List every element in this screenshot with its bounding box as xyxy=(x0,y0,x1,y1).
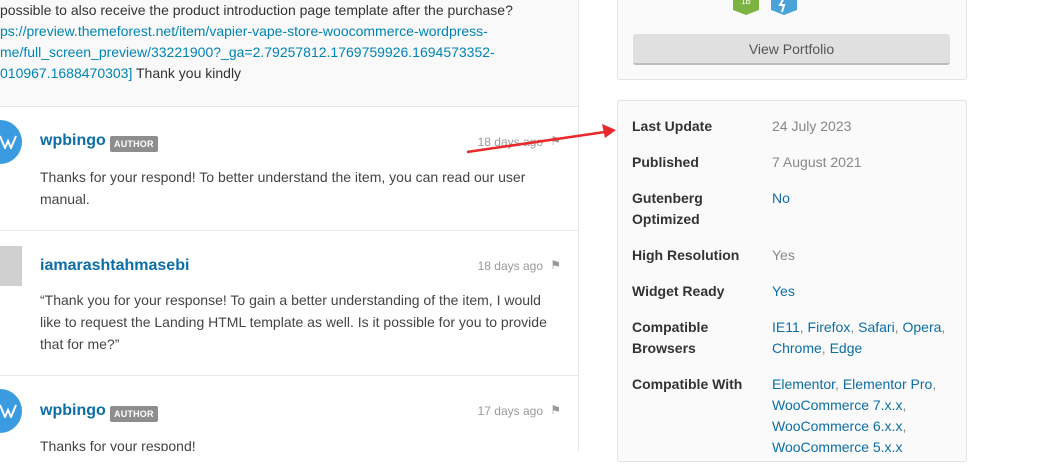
compat-link[interactable]: WooCommerce 7.x.x xyxy=(772,397,902,413)
avatar[interactable] xyxy=(0,120,22,164)
comment-intro: possible to also receive the product int… xyxy=(0,0,578,107)
browser-link[interactable]: IE11 xyxy=(772,319,800,335)
compat-link[interactable]: Elementor xyxy=(772,376,835,392)
info-label: Gutenberg Optimized xyxy=(632,190,703,227)
svg-text:1B: 1B xyxy=(741,0,751,6)
comment-item: wpbingo AUTHOR 17 days ago ⚑ Thanks for … xyxy=(0,376,578,451)
info-row-gutenberg: Gutenberg Optimized No xyxy=(632,188,962,230)
comment-username[interactable]: wpbingo xyxy=(40,132,106,150)
info-value: 7 August 2021 xyxy=(772,154,862,170)
comments-column: possible to also receive the product int… xyxy=(0,0,579,451)
browser-link[interactable]: Edge xyxy=(830,340,863,356)
intro-text: possible to also receive the product int… xyxy=(0,2,513,18)
item-info-table: Last Update 24 July 2023 Published 7 Aug… xyxy=(617,100,967,462)
browser-link[interactable]: Safari xyxy=(858,319,895,335)
info-label: Widget Ready xyxy=(632,283,725,299)
preview-link[interactable]: me/full_screen_preview/33221900?_ga=2.79… xyxy=(0,42,495,63)
view-portfolio-button[interactable]: View Portfolio xyxy=(633,34,950,65)
intro-end: 010967.1688470303] Thank you kindly xyxy=(0,63,241,84)
wpbingo-logo-icon xyxy=(0,135,17,149)
info-value: Elementor, Elementor Pro, WooCommerce 7.x… xyxy=(772,376,937,455)
comment-time[interactable]: 17 days ago xyxy=(478,404,543,418)
gutenberg-link[interactable]: No xyxy=(772,190,790,206)
info-label: Published xyxy=(632,154,699,170)
info-value: No xyxy=(772,188,962,209)
author-level-badge-icon: 1B xyxy=(733,0,759,15)
comment-text: “Thank you for your response! To gain a … xyxy=(40,292,547,352)
info-label: High Resolution xyxy=(632,247,740,263)
compat-link[interactable]: WooCommerce 5.x.x xyxy=(772,439,902,455)
browser-link[interactable]: Chrome xyxy=(772,340,822,356)
comment-username[interactable]: iamarashtahmasebi xyxy=(40,257,189,275)
comment-item: iamarashtahmasebi 18 days ago ⚑ “Thank y… xyxy=(0,231,578,376)
author-badge: AUTHOR xyxy=(110,136,158,152)
compat-link[interactable]: WooCommerce 6.x.x xyxy=(772,418,902,434)
preview-link[interactable]: ps://preview.themeforest.net/item/vapier… xyxy=(0,21,488,42)
intro-tail: Thank you kindly xyxy=(132,65,242,81)
comment-time[interactable]: 18 days ago xyxy=(478,135,543,149)
flag-icon[interactable]: ⚑ xyxy=(550,134,561,148)
author-card: 1B View Portfolio xyxy=(617,0,967,80)
info-value: Yes xyxy=(772,247,795,263)
avatar[interactable] xyxy=(0,389,22,433)
info-value: IE11, Firefox, Safari, Opera, Chrome, Edg… xyxy=(772,319,946,356)
browser-link[interactable]: Firefox xyxy=(808,319,851,335)
avatar[interactable] xyxy=(0,246,22,286)
info-label: Compatible Browsers xyxy=(632,319,709,356)
author-badge: AUTHOR xyxy=(110,406,158,422)
info-value: 24 July 2023 xyxy=(772,118,852,134)
comment-text: Thanks for your respond! xyxy=(40,438,196,451)
comment-username[interactable]: wpbingo xyxy=(40,402,106,420)
wpbingo-logo-icon xyxy=(0,404,17,418)
comment-item: wpbingo AUTHOR 18 days ago ⚑ Thanks for … xyxy=(0,107,578,231)
comment-text: Thanks for your respond! To better under… xyxy=(40,169,526,207)
preview-link[interactable]: 010967.1688470303] xyxy=(0,65,132,81)
browser-link[interactable]: Opera xyxy=(902,319,941,335)
flag-icon[interactable]: ⚑ xyxy=(550,258,561,272)
info-value: Yes xyxy=(772,281,962,302)
info-row-browsers: Compatible Browsers IE11, Firefox, Safari… xyxy=(632,317,962,359)
widget-ready-link[interactable]: Yes xyxy=(772,283,795,299)
comment-time[interactable]: 18 days ago xyxy=(478,259,543,273)
info-label: Compatible With xyxy=(632,376,743,392)
lightning-badge-icon xyxy=(771,0,797,15)
info-label: Last Update xyxy=(632,118,713,134)
flag-icon[interactable]: ⚑ xyxy=(550,403,561,417)
compat-link[interactable]: Elementor Pro xyxy=(843,376,932,392)
